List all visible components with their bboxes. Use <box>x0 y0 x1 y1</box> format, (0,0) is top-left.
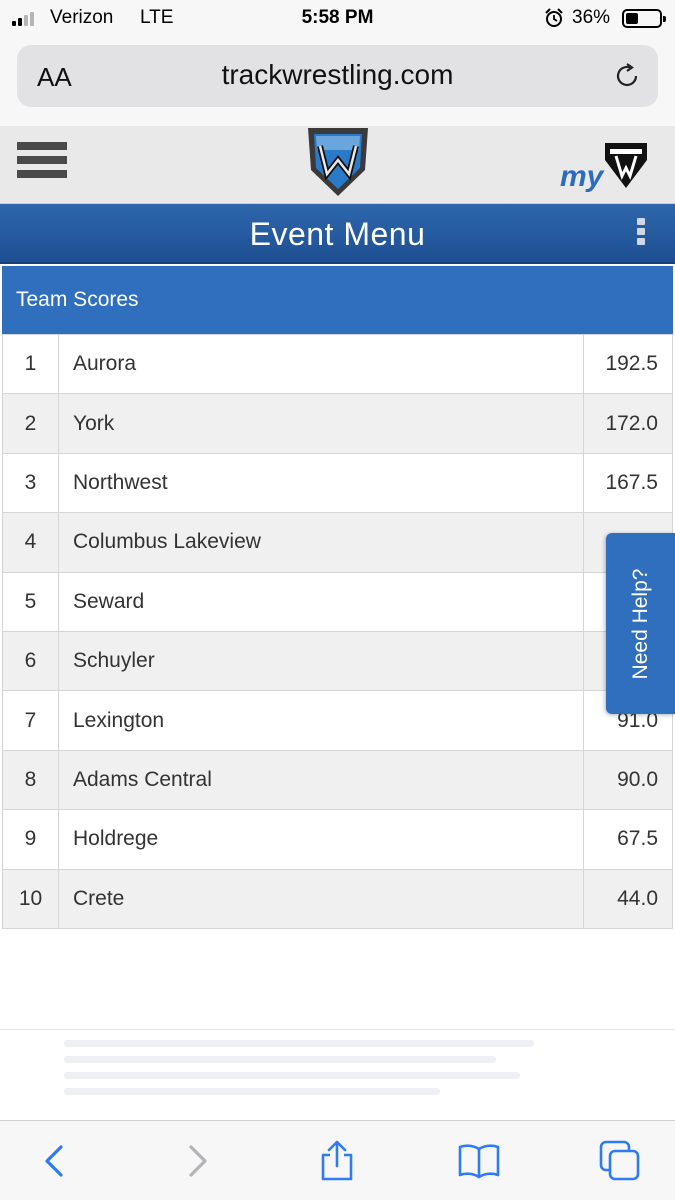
team-score: 44.0 <box>583 868 673 929</box>
footer-divider <box>0 1029 675 1030</box>
team-score-row: 8 Adams Central 90.0 <box>2 749 673 811</box>
team-name: Adams Central <box>58 749 584 811</box>
tw-shield-icon <box>605 143 647 188</box>
team-rank: 6 <box>2 630 59 692</box>
team-scores-table: 1 Aurora 192.5 2 York 172.0 3 Northwest 167.5 4 Co… <box>2 333 673 929</box>
team-rank: 7 <box>2 690 59 751</box>
mytrackwrestling-logo[interactable]: my <box>560 138 652 196</box>
reload-icon[interactable] <box>612 61 642 91</box>
faded-footer-text <box>64 1040 534 1112</box>
team-name: Aurora <box>58 333 584 395</box>
team-scores-header: Team Scores <box>2 266 673 334</box>
browser-toolbar <box>0 1120 675 1200</box>
team-name: Holdrege <box>58 809 584 870</box>
more-options-icon[interactable] <box>637 218 649 250</box>
trackwrestling-logo[interactable] <box>305 126 371 198</box>
event-menu-title: Event Menu <box>249 216 426 252</box>
team-score: 172.0 <box>583 393 673 454</box>
team-rank: 4 <box>2 512 59 573</box>
team-name: Crete <box>58 868 584 929</box>
team-name: Columbus Lakeview <box>58 512 584 573</box>
team-rank: 10 <box>2 868 59 929</box>
team-rank: 5 <box>2 571 59 632</box>
event-menu-bar[interactable]: Event Menu <box>0 204 675 264</box>
need-help-tab[interactable]: Need Help? <box>606 533 675 714</box>
share-icon[interactable] <box>315 1139 359 1183</box>
team-rank: 2 <box>2 393 59 454</box>
forward-icon[interactable] <box>174 1139 218 1183</box>
need-help-label: Need Help? <box>628 568 652 679</box>
team-score-row: 1 Aurora 192.5 <box>2 333 673 395</box>
team-name: Schuyler <box>58 630 584 692</box>
team-rank: 3 <box>2 452 59 514</box>
hamburger-menu-icon[interactable] <box>17 142 67 184</box>
browser-address-area: AA trackwrestling.com <box>0 38 675 126</box>
team-name: Lexington <box>58 690 584 751</box>
team-score: 90.0 <box>583 749 673 811</box>
team-score-row: 10 Crete 44.0 <box>2 868 673 929</box>
team-rank: 9 <box>2 809 59 870</box>
team-score-row: 7 Lexington 91.0 <box>2 690 673 751</box>
bookmarks-icon[interactable] <box>457 1139 501 1183</box>
tabs-icon[interactable] <box>598 1139 642 1183</box>
team-score: 192.5 <box>583 333 673 395</box>
team-name: Northwest <box>58 452 584 514</box>
team-score-row: 3 Northwest 167.5 <box>2 452 673 514</box>
back-icon[interactable] <box>34 1139 78 1183</box>
team-score-row: 5Seward1 <box>2 571 673 632</box>
battery-icon <box>622 9 666 28</box>
team-score: 67.5 <box>583 809 673 870</box>
team-name: York <box>58 393 584 454</box>
team-rank: 8 <box>2 749 59 811</box>
team-score-row: 2 York 172.0 <box>2 393 673 454</box>
team-score-row: 4Columbus Lakeview1 <box>2 512 673 573</box>
team-score-row: 6 Schuyler <box>2 630 673 692</box>
battery-percent: 36% <box>572 7 611 28</box>
site-header: my <box>0 126 675 204</box>
team-score: 167.5 <box>583 452 673 514</box>
url-text[interactable]: trackwrestling.com <box>17 59 658 91</box>
status-bar: Verizon LTE 5:58 PM 36% <box>0 0 675 38</box>
address-bar[interactable]: AA trackwrestling.com <box>17 45 658 107</box>
team-rank: 1 <box>2 333 59 395</box>
team-scores-title: Team Scores <box>16 288 139 311</box>
phone-screen: Verizon LTE 5:58 PM 36% AA trackwrestlin… <box>0 0 675 1200</box>
team-score-row: 9 Holdrege 67.5 <box>2 809 673 870</box>
alarm-icon <box>545 8 563 27</box>
team-name: Seward <box>58 571 584 632</box>
my-brand-text: my <box>560 160 604 193</box>
